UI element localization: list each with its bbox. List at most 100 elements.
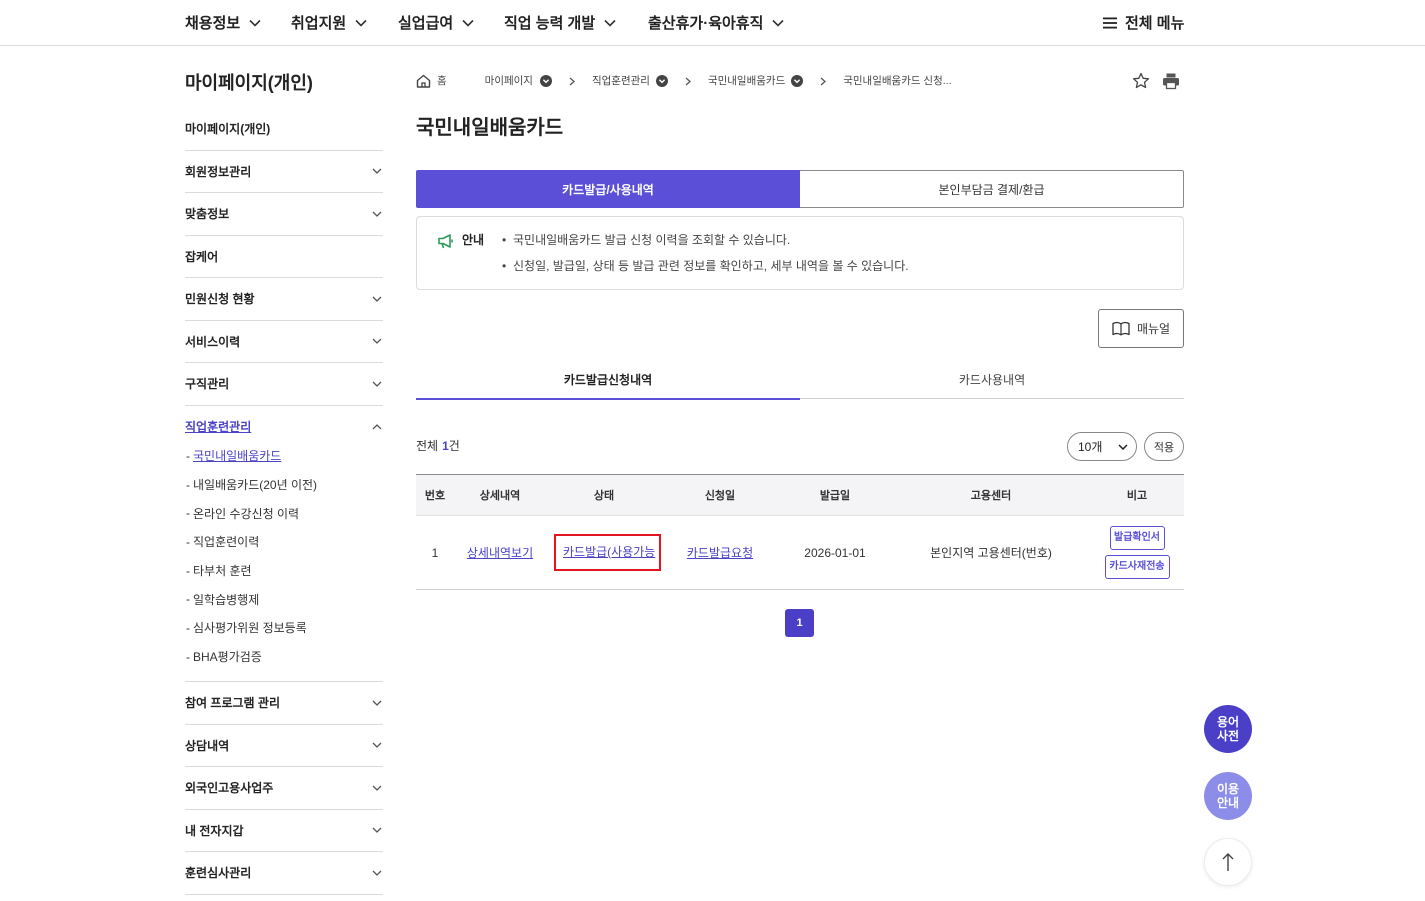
circle-chevron-down-icon[interactable]	[539, 75, 552, 87]
nav-item-label: 출산휴가·육아휴직	[648, 15, 764, 32]
result-count-prefix: 전체	[416, 439, 439, 453]
breadcrumb-mypage[interactable]: 마이페이지	[485, 72, 533, 90]
chevron-down-icon	[372, 168, 382, 175]
sidebar-subitem-learning-card-pre2020[interactable]: - 내일배움카드(20년 이전)	[185, 470, 383, 499]
sidebar-item-label: 맞춤정보	[185, 207, 230, 222]
subtab-card-usage[interactable]: 카드사용내역	[800, 361, 1184, 399]
sidebar-subitem-label: 심사평가위원 정보등록	[193, 621, 307, 636]
sub-bullet: -	[186, 534, 190, 549]
arrow-up-icon	[1222, 853, 1234, 871]
chevron-down-icon	[372, 742, 382, 749]
sidebar-item-program-management[interactable]: 참여 프로그램 관리	[185, 682, 383, 725]
sidebar-subitem-other-ministry-training[interactable]: - 타부처 훈련	[185, 556, 383, 585]
card-request-link[interactable]: 카드발급요청	[687, 546, 753, 560]
sidebar-item-training-review[interactable]: 훈련심사관리	[185, 852, 383, 895]
circle-chevron-down-icon[interactable]	[791, 75, 804, 87]
glossary-label-line: 사전	[1216, 729, 1240, 743]
print-icon[interactable]	[1162, 72, 1180, 90]
sidebar-item-custom-info[interactable]: 맞춤정보	[185, 193, 383, 236]
sidebar-subitem-label: 타부처 훈련	[193, 564, 252, 579]
breadcrumb-vocational-training[interactable]: 직업훈련관리	[592, 72, 650, 90]
sidebar-item-label: 마이페이지(개인)	[185, 122, 271, 137]
sidebar-item-jobcare[interactable]: 잡케어	[185, 236, 383, 278]
sidebar-subitem-work-study[interactable]: - 일학습병행제	[185, 585, 383, 614]
circle-chevron-down-icon[interactable]	[655, 75, 668, 87]
star-icon[interactable]	[1132, 72, 1150, 90]
card-resend-button[interactable]: 카드사재전송	[1104, 555, 1170, 579]
all-menu-button[interactable]: 전체 메뉴	[1103, 0, 1184, 45]
sidebar-subitem-training-history[interactable]: - 직업훈련이력	[185, 528, 383, 557]
sidebar-item-e-wallet[interactable]: 내 전자지갑	[185, 810, 383, 852]
guide-label-line: 안내	[1216, 796, 1240, 810]
column-header-status: 상태	[546, 474, 662, 516]
glossary-button[interactable]: 용어 사전	[1204, 705, 1252, 753]
sub-bullet: -	[186, 477, 190, 492]
breadcrumb-home[interactable]: 홈	[437, 72, 447, 90]
chevron-down-icon	[604, 19, 616, 27]
notice-line: • 신청일, 발급일, 상태 등 발급 관련 정보를 확인하고, 세부 내역을 볼…	[502, 258, 909, 274]
chevron-down-icon	[462, 19, 474, 27]
chevron-right-icon	[569, 77, 575, 85]
breadcrumb-learning-card[interactable]: 국민내일배움카드	[708, 72, 785, 90]
sub-bullet: -	[186, 563, 190, 578]
cell-detail: 상세내역보기	[454, 515, 546, 590]
sidebar-item-service-history[interactable]: 서비스이력	[185, 321, 383, 363]
page-size-value: 10개	[1078, 440, 1103, 454]
tab-copayment-refund[interactable]: 본인부담금 결제/환급	[800, 170, 1184, 208]
hamburger-icon	[1103, 17, 1117, 28]
sidebar-subitem-bha-verification[interactable]: - BHA평가검증	[185, 642, 383, 671]
issuance-certificate-button[interactable]: 발급확인서	[1109, 526, 1165, 550]
tab-card-issuance-usage[interactable]: 카드발급/사용내역	[416, 170, 800, 208]
sidebar-item-counseling-history[interactable]: 상담내역	[185, 725, 383, 767]
nav-item-skills-development[interactable]: 직업 능력 개발	[504, 0, 616, 45]
column-header-number: 번호	[416, 474, 454, 516]
main-tabs: 카드발급/사용내역 본인부담금 결제/환급	[416, 170, 1184, 208]
cell-remarks: 발급확인서 카드사재전송	[1090, 515, 1184, 590]
notice-label: 안내	[462, 233, 485, 247]
sidebar-subitem-national-learning-card[interactable]: - 국민내일배움카드	[185, 442, 383, 471]
column-header-employment-center: 고용센터	[892, 474, 1090, 516]
nav-item-parental-leave[interactable]: 출산휴가·육아휴직	[648, 0, 784, 45]
sidebar-subitem-evaluator-registration[interactable]: - 심사평가위원 정보등록	[185, 614, 383, 643]
apply-button[interactable]: 적용	[1144, 432, 1184, 461]
page-actions	[1132, 72, 1180, 90]
subtab-application-history[interactable]: 카드발급신청내역	[416, 361, 800, 400]
status-link[interactable]: 카드발급(사용가능	[563, 545, 655, 559]
manual-button[interactable]: 매뉴얼	[1098, 309, 1184, 348]
usage-guide-button[interactable]: 이용 안내	[1204, 772, 1252, 820]
result-count-number: 1	[442, 439, 449, 453]
cell-request: 카드발급요청	[662, 515, 778, 590]
sub-bullet: -	[186, 592, 190, 607]
sidebar-item-label: 외국인고용사업주	[185, 781, 274, 796]
chevron-right-icon	[820, 77, 827, 85]
cell-employment-center: 본인지역 고용센터(번호)	[892, 515, 1090, 590]
scroll-top-button[interactable]	[1204, 838, 1252, 886]
sidebar-subitem-label: 내일배움카드(20년 이전)	[193, 478, 318, 493]
sidebar-item-civil-requests[interactable]: 민원신청 현황	[185, 278, 383, 321]
notice-text: 국민내일배움카드 발급 신청 이력을 조회할 수 있습니다.	[513, 233, 791, 247]
pagination: 1	[785, 609, 814, 637]
application-history-table: 번호 상세내역 상태 신청일 발급일 고용센터 비고 1 상세내역보기 카드발급…	[416, 474, 1184, 590]
chevron-up-icon	[372, 423, 382, 429]
sidebar-item-label: 서비스이력	[185, 334, 241, 349]
sidebar-item-label: 직업훈련관리	[185, 420, 252, 434]
all-menu-label: 전체 메뉴	[1125, 15, 1185, 32]
sidebar-item-vocational-training[interactable]: 직업훈련관리	[185, 416, 383, 438]
page-button-current[interactable]: 1	[785, 609, 814, 637]
sidebar-item-member-info[interactable]: 회원정보관리	[185, 151, 383, 193]
sidebar-item-foreign-employer[interactable]: 외국인고용사업주	[185, 767, 383, 810]
page-size-select[interactable]: 10개	[1067, 432, 1137, 461]
nav-item-unemployment-benefits[interactable]: 실업급여	[398, 0, 474, 45]
sidebar-subitem-online-enrollment[interactable]: - 온라인 수강신청 이력	[185, 499, 383, 528]
megaphone-icon	[438, 234, 453, 249]
sidebar-subitem-label: 직업훈련이력	[193, 535, 260, 550]
breadcrumb: 홈 마이페이지 직업훈련관리 국민내일배움카드 국민내일배움카드 신청...	[416, 72, 952, 90]
sidebar-item-job-search[interactable]: 구직관리	[185, 363, 383, 406]
manual-button-label: 매뉴얼	[1136, 322, 1171, 336]
column-header-detail: 상세내역	[454, 474, 546, 516]
sidebar-item-mypage-home[interactable]: 마이페이지(개인)	[185, 108, 383, 151]
home-icon[interactable]	[416, 74, 431, 88]
table-row: 1 상세내역보기 카드발급(사용가능 카드발급요청 2026-01-01 본인지…	[416, 515, 1184, 590]
page-title: 국민내일배움카드	[416, 117, 564, 139]
detail-link[interactable]: 상세내역보기	[467, 546, 533, 560]
